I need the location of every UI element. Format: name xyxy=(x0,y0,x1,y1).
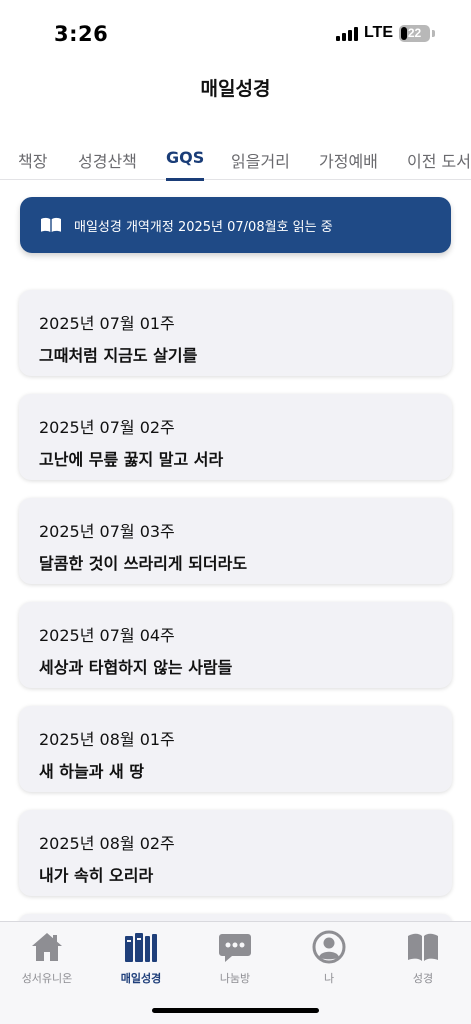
tabbar-item-home[interactable]: 성서유니온 xyxy=(0,930,94,986)
tab-bible-walk[interactable]: 성경산책 xyxy=(78,148,137,180)
tabbar-label: 나눔방 xyxy=(219,972,251,985)
week-label: 2025년 08월 01주 xyxy=(39,730,175,749)
tabbar-item-bible[interactable]: 성경 xyxy=(376,930,470,986)
top-tab-bar: 책장 성경산책 GQS 읽을거리 가정예배 이전 도서 xyxy=(0,148,471,181)
week-title: 내가 속히 오리라 xyxy=(39,866,154,885)
week-label: 2025년 07월 01주 xyxy=(39,314,175,333)
status-indicators: LTE 22 xyxy=(335,24,435,42)
tabbar-label: 나 xyxy=(323,972,335,985)
week-card[interactable]: 2025년 08월 02주 내가 속히 오리라 xyxy=(19,810,452,896)
week-list: 2025년 07월 01주 그때처럼 지금도 살기를 2025년 07월 02주… xyxy=(19,290,452,952)
banner-text: 매일성경 개역개정 2025년 07/08월호 읽는 중 xyxy=(74,219,333,235)
week-title: 그때처럼 지금도 살기를 xyxy=(39,346,198,365)
week-card[interactable]: 2025년 07월 03주 달콤한 것이 쓰라리게 되더라도 xyxy=(19,498,452,584)
tabbar-label: 성경 xyxy=(412,972,434,985)
week-title: 달콤한 것이 쓰라리게 되더라도 xyxy=(39,554,248,573)
tabbar-label: 성서유니온 xyxy=(21,972,73,985)
week-title: 고난에 무릎 꿇지 말고 서라 xyxy=(39,450,224,469)
tabbar-item-sharing[interactable]: 나눔방 xyxy=(188,930,282,986)
cellular-signal-icon xyxy=(335,25,358,41)
week-label: 2025년 07월 03주 xyxy=(39,522,175,541)
person-icon xyxy=(312,930,346,964)
battery-icon: 22 xyxy=(399,24,430,42)
home-indicator xyxy=(152,1008,319,1013)
chat-bubble-icon xyxy=(219,934,251,962)
tabbar-label: 매일성경 xyxy=(120,972,162,985)
current-reading-banner[interactable]: 매일성경 개역개정 2025년 07/08월호 읽는 중 xyxy=(20,197,451,253)
home-icon xyxy=(32,933,62,961)
week-card[interactable]: 2025년 08월 01주 새 하늘과 새 땅 xyxy=(19,706,452,792)
battery-cap xyxy=(432,29,435,37)
tab-gqs[interactable]: GQS xyxy=(166,148,205,181)
open-book-icon xyxy=(41,217,61,232)
tab-bookshelf[interactable]: 책장 xyxy=(18,148,47,180)
week-label: 2025년 07월 04주 xyxy=(39,626,175,645)
week-label: 2025년 07월 02주 xyxy=(39,418,175,437)
tab-previous-books[interactable]: 이전 도서 xyxy=(407,148,471,180)
status-time: 3:26 xyxy=(54,22,109,46)
week-card[interactable]: 2025년 07월 02주 고난에 무릎 꿇지 말고 서라 xyxy=(19,394,452,480)
tabbar-item-me[interactable]: 나 xyxy=(282,930,376,986)
books-icon xyxy=(125,933,157,962)
week-card[interactable]: 2025년 07월 04주 세상과 타협하지 않는 사람들 xyxy=(19,602,452,688)
week-label: 2025년 08월 02주 xyxy=(39,834,175,853)
bible-book-icon xyxy=(408,933,438,961)
week-card[interactable]: 2025년 07월 01주 그때처럼 지금도 살기를 xyxy=(19,290,452,376)
tab-family-worship[interactable]: 가정예배 xyxy=(319,148,378,180)
battery-level-fill xyxy=(401,26,407,40)
page-title: 매일성경 xyxy=(200,78,271,100)
tabbar-item-daily-bible[interactable]: 매일성경 xyxy=(94,930,188,986)
status-bar: 3:26 LTE 22 xyxy=(0,0,471,70)
tab-reading[interactable]: 읽을거리 xyxy=(231,148,290,180)
battery-percent: 22 xyxy=(407,26,422,40)
week-title: 세상과 타협하지 않는 사람들 xyxy=(39,658,233,677)
network-type-label: LTE xyxy=(363,24,393,41)
week-title: 새 하늘과 새 땅 xyxy=(39,762,145,781)
